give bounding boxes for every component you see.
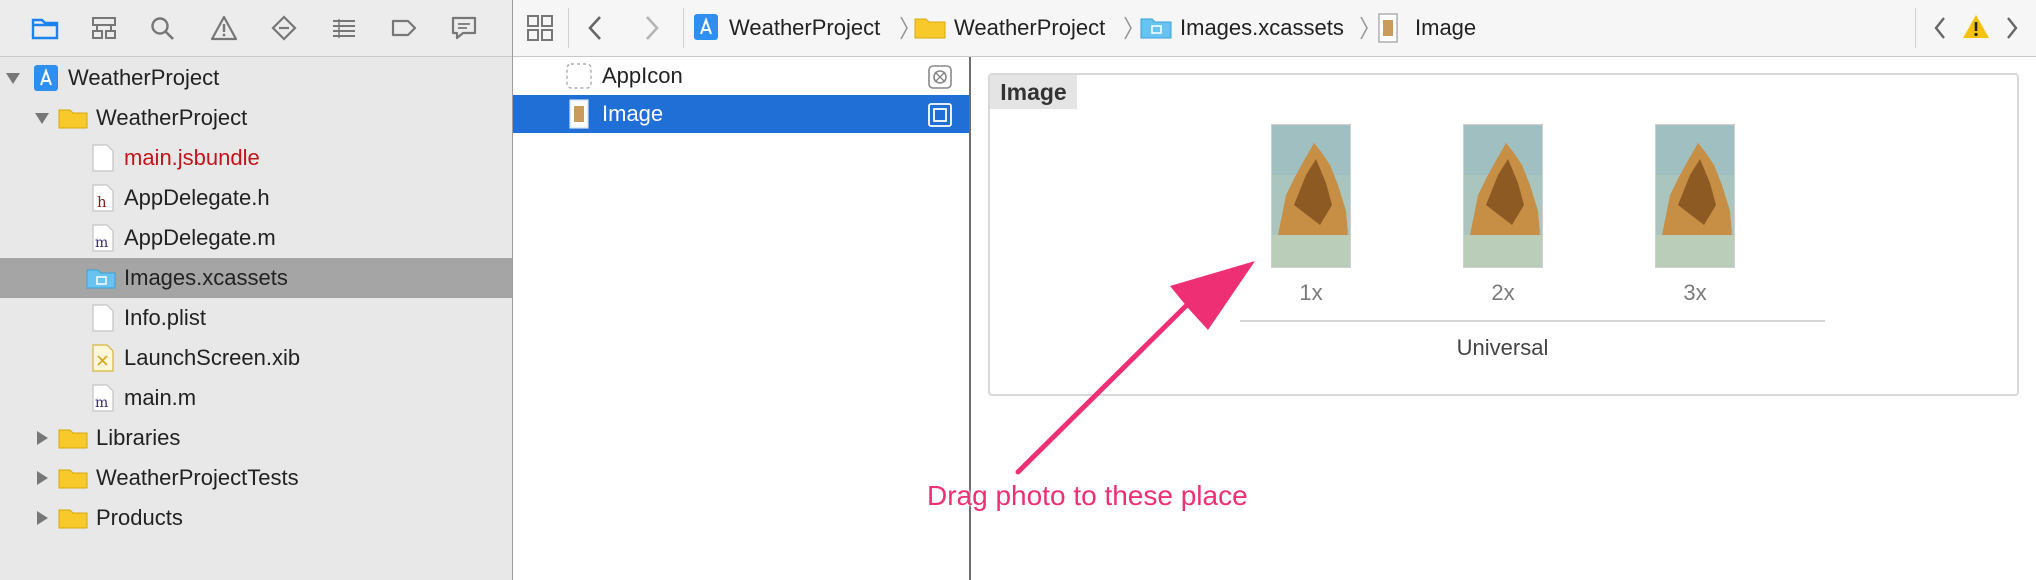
rock-photo-thumbnail	[1272, 125, 1350, 267]
asset-item-label: Image	[602, 101, 664, 126]
tree-row-file[interactable]: Info.plist	[0, 298, 512, 338]
breadcrumb-separator-icon	[1358, 14, 1370, 42]
disclosure-collapsed-icon[interactable]	[33, 509, 51, 527]
tree-row-group[interactable]: Libraries	[0, 418, 512, 458]
list-icon[interactable]	[326, 12, 362, 44]
previous-issue-chevron-icon[interactable]	[1931, 14, 1949, 42]
file-icon	[92, 144, 114, 172]
search-icon[interactable]	[145, 12, 181, 44]
tree-row-group[interactable]: WeatherProject	[0, 98, 512, 138]
breakpoint-diamond-icon[interactable]	[266, 12, 302, 44]
navigator-toolbar	[0, 0, 512, 57]
breadcrumb-image[interactable]: Image	[1415, 0, 1476, 56]
xcode-project-icon	[34, 65, 58, 91]
breadcrumb-separator-icon	[1122, 14, 1134, 42]
slot-label-2x: 2x	[1491, 280, 1515, 305]
tree-row-project[interactable]: WeatherProject	[0, 58, 512, 98]
tree-row-file-selected[interactable]: Images.xcassets	[0, 258, 512, 298]
asset-catalog-folder-icon	[1140, 12, 1172, 42]
app-icon-set-badge-icon	[928, 65, 952, 89]
asset-list-item-selected[interactable]: Image	[513, 95, 969, 133]
disclosure-expanded-icon[interactable]	[33, 109, 51, 127]
forward-chevron-icon[interactable]	[639, 14, 663, 42]
folder-icon[interactable]	[27, 12, 63, 44]
tree-row-file[interactable]: h AppDelegate.h	[0, 178, 512, 218]
chat-bubble-icon[interactable]	[446, 12, 482, 44]
tree-item-label: WeatherProjectTests	[96, 465, 299, 490]
toolbar-divider	[683, 8, 684, 48]
breadcrumb-asset-catalog[interactable]: Images.xcassets	[1180, 0, 1344, 56]
toolbar-divider	[568, 8, 569, 48]
image-set-icon	[1377, 12, 1399, 44]
hierarchy-icon[interactable]	[86, 12, 122, 44]
toolbar-divider	[1915, 8, 1916, 48]
svg-text:m: m	[95, 395, 108, 411]
breadcrumb-separator-icon	[898, 14, 910, 42]
disclosure-expanded-icon[interactable]	[4, 69, 22, 87]
tree-item-label: LaunchScreen.xib	[124, 345, 301, 370]
universal-label: Universal	[1456, 335, 1549, 360]
yellow-folder-icon	[58, 429, 88, 449]
xcode-project-icon	[691, 12, 721, 42]
image-set-icon	[569, 99, 589, 129]
rock-photo-thumbnail	[1656, 125, 1734, 267]
app-icon-placeholder-icon	[566, 63, 592, 89]
tree-item-label: Images.xcassets	[124, 265, 288, 290]
slot-label-3x: 3x	[1683, 280, 1707, 305]
image-slot-3x[interactable]	[1655, 124, 1735, 268]
annotation-arrow-icon	[1015, 261, 1255, 475]
tree-item-label: AppDelegate.h	[124, 185, 270, 210]
tree-item-label: main.m	[124, 385, 197, 410]
back-chevron-icon[interactable]	[584, 14, 608, 42]
yellow-folder-icon	[58, 509, 88, 529]
tree-row-file[interactable]: main.jsbundle	[0, 138, 512, 178]
disclosure-collapsed-icon[interactable]	[33, 469, 51, 487]
warning-icon[interactable]	[1962, 13, 1990, 41]
related-items-grid-icon[interactable]	[522, 10, 558, 46]
jump-bar: WeatherProject WeatherProject Images.xca…	[513, 0, 2036, 57]
warning-icon[interactable]	[206, 12, 242, 44]
tree-item-label: Products	[96, 505, 183, 530]
tree-item-label: Info.plist	[124, 305, 206, 330]
yellow-folder-icon	[914, 12, 946, 42]
tree-item-label: WeatherProject	[96, 105, 248, 130]
m-file-icon: m	[92, 224, 114, 252]
breadcrumb-group[interactable]: WeatherProject	[954, 0, 1105, 56]
slot-label-1x: 1x	[1299, 280, 1323, 305]
tree-row-file[interactable]: m main.m	[0, 378, 512, 418]
svg-text:m: m	[95, 235, 108, 251]
asset-list-pane: AppIcon Image	[513, 57, 971, 580]
disclosure-collapsed-icon[interactable]	[33, 429, 51, 447]
yellow-folder-icon	[58, 469, 88, 489]
tree-item-label: AppDelegate.m	[124, 225, 276, 250]
image-slot-2x[interactable]	[1463, 124, 1543, 268]
next-issue-chevron-icon[interactable]	[2003, 14, 2021, 42]
image-slot-1x[interactable]	[1271, 124, 1351, 268]
rock-photo-thumbnail	[1464, 125, 1542, 267]
yellow-folder-icon	[58, 109, 88, 129]
tag-icon[interactable]	[386, 12, 422, 44]
h-file-icon: h	[92, 184, 114, 212]
image-set-badge-icon	[928, 103, 952, 127]
tree-item-label: WeatherProject	[68, 65, 220, 90]
tree-row-group[interactable]: WeatherProjectTests	[0, 458, 512, 498]
universal-divider	[1240, 320, 1825, 322]
m-file-icon: m	[92, 384, 114, 412]
breadcrumb-project[interactable]: WeatherProject	[729, 0, 880, 56]
tree-item-label: main.jsbundle	[124, 145, 260, 170]
asset-list-item[interactable]: AppIcon	[513, 57, 969, 95]
image-set-title: Image	[990, 75, 1077, 109]
tree-row-group[interactable]: Products	[0, 498, 512, 538]
asset-item-label: AppIcon	[602, 63, 683, 88]
tree-item-label: Libraries	[96, 425, 181, 450]
asset-catalog-folder-icon	[86, 269, 116, 289]
svg-text:h: h	[97, 193, 107, 211]
file-icon	[92, 304, 114, 332]
annotation-text: Drag photo to these place	[927, 480, 1248, 511]
xib-file-icon	[92, 344, 114, 372]
tree-row-file[interactable]: LaunchScreen.xib	[0, 338, 512, 378]
tree-row-file[interactable]: m AppDelegate.m	[0, 218, 512, 258]
